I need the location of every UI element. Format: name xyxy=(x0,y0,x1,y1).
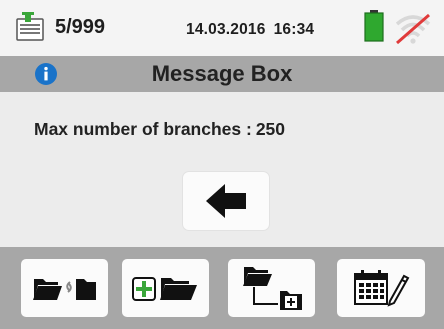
memory-card-icon xyxy=(16,12,44,41)
wifi-off-icon xyxy=(395,13,431,45)
message-value: 250 xyxy=(255,119,286,139)
add-subfolder-button[interactable] xyxy=(228,259,315,317)
move-folder-icon xyxy=(32,279,96,300)
add-folder-icon xyxy=(131,277,197,301)
back-arrow-icon xyxy=(206,184,246,218)
instrument-screen: 5/999 14.03.2016 16:34 Message Box Max nu… xyxy=(0,0,444,329)
calendar-edit-button[interactable] xyxy=(337,259,425,317)
back-button[interactable] xyxy=(183,172,269,230)
dialog-title: Message Box xyxy=(151,61,293,86)
move-folder-button[interactable] xyxy=(21,259,108,317)
date-time: 14.03.2016 16:34 xyxy=(186,21,314,39)
message-label: Max number of branches : xyxy=(34,119,252,139)
date: 14.03.2016 xyxy=(186,21,266,38)
title-bar: Message Box xyxy=(0,56,444,92)
status-bar: 5/999 14.03.2016 16:34 xyxy=(0,0,444,56)
add-folder-button[interactable] xyxy=(122,259,209,317)
battery-icon xyxy=(364,10,384,42)
add-subfolder-icon xyxy=(242,267,302,310)
message-text: Max number of branches :250 xyxy=(34,119,285,140)
memory-indicator: 5/999 xyxy=(14,12,105,42)
calendar-edit-icon xyxy=(354,270,410,307)
time: 16:34 xyxy=(273,21,315,38)
memory-count: 5/999 xyxy=(55,15,106,38)
